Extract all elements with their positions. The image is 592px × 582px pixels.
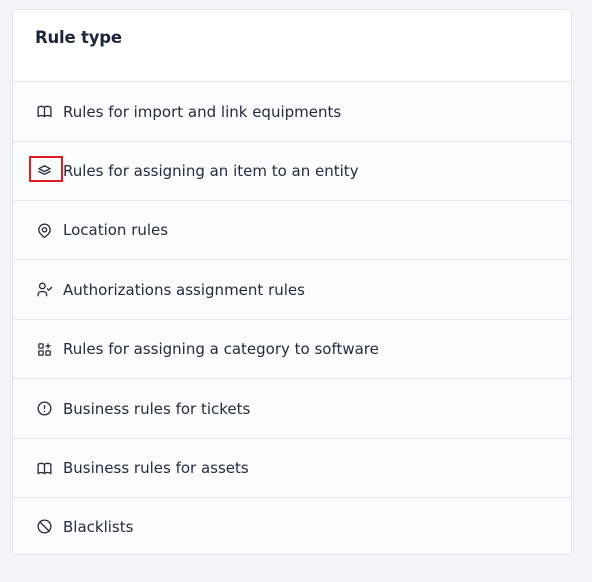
card-header: Rule type [13,10,571,82]
rule-item-business-assets[interactable]: Business rules for assets [13,439,571,498]
rule-item-label: Blacklists [63,517,134,536]
rule-item-label: Rules for assigning an item to an entity [63,162,359,180]
alert-circle-icon [35,400,53,418]
rule-item-label: Rules for import and link equipments [63,102,342,121]
rule-type-card: Rule type Rules for import and link equi… [12,9,572,555]
rule-item-label: Authorizations assignment rules [63,280,305,299]
rule-item-label: Location rules [63,221,169,239]
rule-item-import-link-equipments[interactable]: Rules for import and link equipments [13,82,571,142]
map-pin-icon [35,221,53,239]
rule-item-blacklists[interactable]: Blacklists [13,498,571,554]
rule-item-assign-entity[interactable]: Rules for assigning an item to an entity [13,142,571,201]
layers-icon [29,156,63,182]
rule-item-business-tickets[interactable]: Business rules for tickets [13,379,571,439]
user-check-icon [35,281,53,299]
ban-icon [35,518,53,536]
rule-item-software-category[interactable]: Rules for assigning a category to softwa… [13,320,571,379]
rule-type-list: Rules for import and link equipments Rul… [13,82,571,554]
rule-item-label: Business rules for tickets [63,399,251,418]
rule-item-label: Business rules for assets [63,459,249,477]
rule-item-authorizations[interactable]: Authorizations assignment rules [13,260,571,320]
book-icon [35,459,53,477]
book-icon [35,103,53,121]
rule-item-location[interactable]: Location rules [13,201,571,260]
rule-item-label: Rules for assigning a category to softwa… [63,340,379,358]
apps-plus-icon [35,340,53,358]
card-title: Rule type [35,28,122,47]
